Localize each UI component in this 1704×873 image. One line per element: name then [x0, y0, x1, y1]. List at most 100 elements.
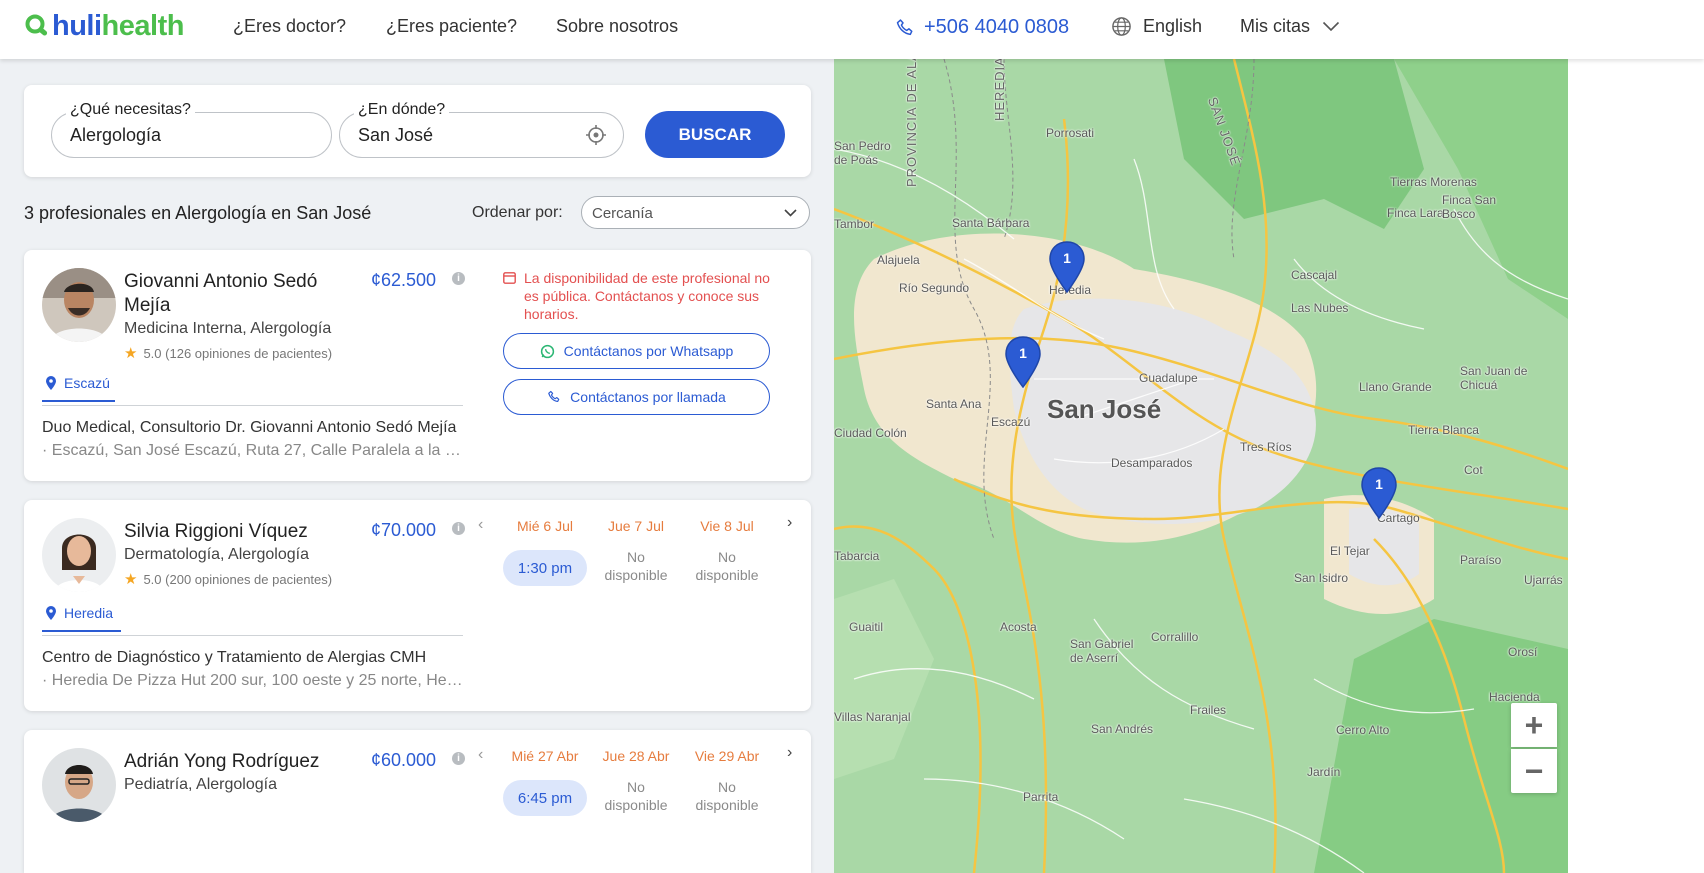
hulihealth-logo[interactable]: hulihealth	[24, 9, 184, 43]
doctor-specialties: Pediatría, Alergología	[124, 776, 277, 793]
unavailable-label: No disponible	[695, 549, 759, 583]
zoom-out-button[interactable]: −	[1511, 749, 1557, 793]
location-tab-heredia[interactable]: Heredia	[42, 596, 121, 632]
map-place-label: Santa Bárbara	[952, 216, 1030, 230]
doctor-rating: ★ 5.0 (126 opiniones de pacientes)	[124, 344, 332, 362]
map-place-label: Tierra Blanca	[1408, 423, 1479, 437]
contact-call-button[interactable]: Contáctanos por llamada	[503, 379, 770, 415]
calendar-prev-arrow[interactable]: ‹	[478, 516, 483, 534]
location-tab-label: Heredia	[64, 605, 114, 621]
map-pin[interactable]: 1	[1048, 241, 1086, 294]
map-place-label: Frailes	[1190, 703, 1227, 717]
phone-link[interactable]: +506 4040 0808	[895, 16, 1069, 39]
sort-select[interactable]: Cercanía	[581, 196, 810, 229]
day-header: Jue 7 Jul	[607, 518, 665, 534]
map-place-label: Las Nubes	[1291, 301, 1349, 315]
divider	[42, 635, 463, 636]
nav-about-link[interactable]: Sobre nosotros	[556, 16, 678, 37]
nav-doctor-link[interactable]: ¿Eres doctor?	[233, 16, 346, 37]
unavailable-label: No disponible	[604, 549, 668, 583]
calendar-next-arrow[interactable]: ›	[787, 514, 792, 532]
specialty-search-input[interactable]: ¿Qué necesitas? Alergología	[51, 101, 332, 158]
map-place-label: Alajuela	[877, 253, 920, 267]
map-place-label: Cot	[1464, 463, 1483, 477]
clinic-address: Duo Medical, Consultorio Dr. Giovanni An…	[42, 416, 467, 462]
location-search-input[interactable]: ¿En dónde? San José	[339, 101, 624, 158]
day-column: Mié 6 Jul 1:30 pm	[503, 518, 587, 586]
top-navbar: hulihealth ¿Eres doctor? ¿Eres paciente?…	[0, 0, 1704, 59]
location-tab-label: Escazú	[64, 375, 110, 391]
pin-count: 1	[1063, 250, 1071, 266]
language-label: English	[1143, 16, 1203, 36]
calendar-prev-arrow[interactable]: ‹	[478, 746, 483, 764]
day-header: Mié 6 Jul	[516, 518, 574, 534]
pin-count: 1	[1375, 476, 1383, 492]
map-place-label: Tabarcia	[834, 549, 880, 563]
doctor-photo	[42, 268, 116, 342]
zoom-in-button[interactable]: +	[1511, 703, 1557, 747]
map-place-label: San Juan de Chicuá	[1460, 364, 1528, 392]
results-map[interactable]: Porrosati San Pedro de Poás Tierras More…	[834, 59, 1568, 873]
info-icon[interactable]: i	[452, 272, 465, 285]
map-place-label: Santa Ana	[926, 397, 982, 411]
day-header: Jue 28 Abr	[602, 748, 670, 764]
map-place-label: Corralillo	[1151, 630, 1199, 644]
address-line: · Heredia De Pizza Hut 200 sur, 100 oest…	[42, 672, 467, 689]
map-place-label: Guadalupe	[1139, 371, 1198, 385]
doctor-name[interactable]: Silvia Riggioni Víquez	[124, 520, 354, 544]
doctor-card[interactable]: Silvia Riggioni Víquez ¢70.000 i Dermato…	[24, 500, 811, 711]
clinic-name: Duo Medical, Consultorio Dr. Giovanni An…	[42, 419, 457, 436]
map-place-label: Ciudad Colón	[834, 426, 907, 440]
rating-value: 5.0	[143, 571, 162, 587]
map-place-label: San Isidro	[1294, 571, 1349, 585]
map-place-label: Guaitil	[849, 620, 884, 634]
map-place-label: Orosí	[1508, 645, 1538, 659]
consultation-price: ¢70.000	[371, 520, 437, 540]
time-slot-button[interactable]: 6:45 pm	[503, 780, 587, 816]
day-column: Mié 27 Abr 6:45 pm	[503, 748, 587, 816]
clinic-address: Centro de Diagnóstico y Tratamiento de A…	[42, 646, 467, 692]
right-blank-area	[1568, 59, 1704, 873]
locate-me-icon[interactable]	[585, 124, 607, 146]
doctor-card[interactable]: Giovanni Antonio Sedó Mejía ¢62.500 i Me…	[24, 250, 811, 481]
time-slot-button[interactable]: 1:30 pm	[503, 550, 587, 586]
calendar-next-arrow[interactable]: ›	[787, 744, 792, 762]
doctor-specialties: Medicina Interna, Alergología	[124, 320, 332, 337]
doctor-name[interactable]: Adrián Yong Rodríguez	[124, 750, 364, 774]
doctor-name[interactable]: Giovanni Antonio Sedó Mejía	[124, 270, 354, 318]
day-header: Vie 29 Abr	[694, 748, 760, 764]
info-icon[interactable]: i	[452, 752, 465, 765]
map-place-label: San Gabriel de Aserrí	[1070, 637, 1134, 665]
map-place-label: Porrosati	[1046, 126, 1095, 140]
consultation-price: ¢60.000	[371, 750, 437, 770]
map-place-label: Villas Naranjal	[834, 710, 911, 724]
review-count: (200 opiniones de pacientes)	[165, 571, 333, 587]
map-place-label: Cascajal	[1291, 268, 1338, 282]
info-icon[interactable]: i	[452, 522, 465, 535]
specialty-field-label: ¿Qué necesitas?	[66, 101, 195, 119]
appointments-menu[interactable]: Mis citas	[1240, 16, 1340, 37]
map-pin[interactable]: 1	[1004, 336, 1042, 389]
search-panel: ¿Qué necesitas? Alergología ¿En dónde? S…	[24, 85, 811, 177]
chevron-down-icon	[1322, 21, 1340, 32]
search-button[interactable]: BUSCAR	[645, 111, 785, 158]
pin-count: 1	[1019, 345, 1027, 361]
map-province-label: PROVINCIA DE ALAJUELA	[904, 59, 919, 187]
doctor-photo	[42, 748, 116, 822]
logo-mark-icon	[25, 14, 48, 36]
language-selector[interactable]: English	[1111, 16, 1202, 37]
location-field-value: San José	[358, 125, 434, 145]
map-place-label: Escazú	[991, 415, 1031, 429]
phone-icon	[896, 18, 913, 35]
unavailable-label: No disponible	[695, 779, 759, 813]
doctor-card[interactable]: Adrián Yong Rodríguez ¢60.000 i Pediatrí…	[24, 730, 811, 873]
map-pin[interactable]: 1	[1360, 467, 1398, 520]
availability-notice: La disponibilidad de este profesional no…	[503, 269, 773, 323]
contact-whatsapp-button[interactable]: Contáctanos por Whatsapp	[503, 333, 770, 369]
nav-patient-link[interactable]: ¿Eres paciente?	[386, 16, 517, 37]
day-column: Jue 28 Abr No disponible	[594, 748, 678, 814]
sort-label: Ordenar por:	[472, 204, 563, 221]
location-tab-escazu[interactable]: Escazú	[42, 366, 115, 402]
specialty-field-value: Alergología	[70, 125, 162, 145]
map-place-label: Acosta	[1000, 620, 1037, 634]
